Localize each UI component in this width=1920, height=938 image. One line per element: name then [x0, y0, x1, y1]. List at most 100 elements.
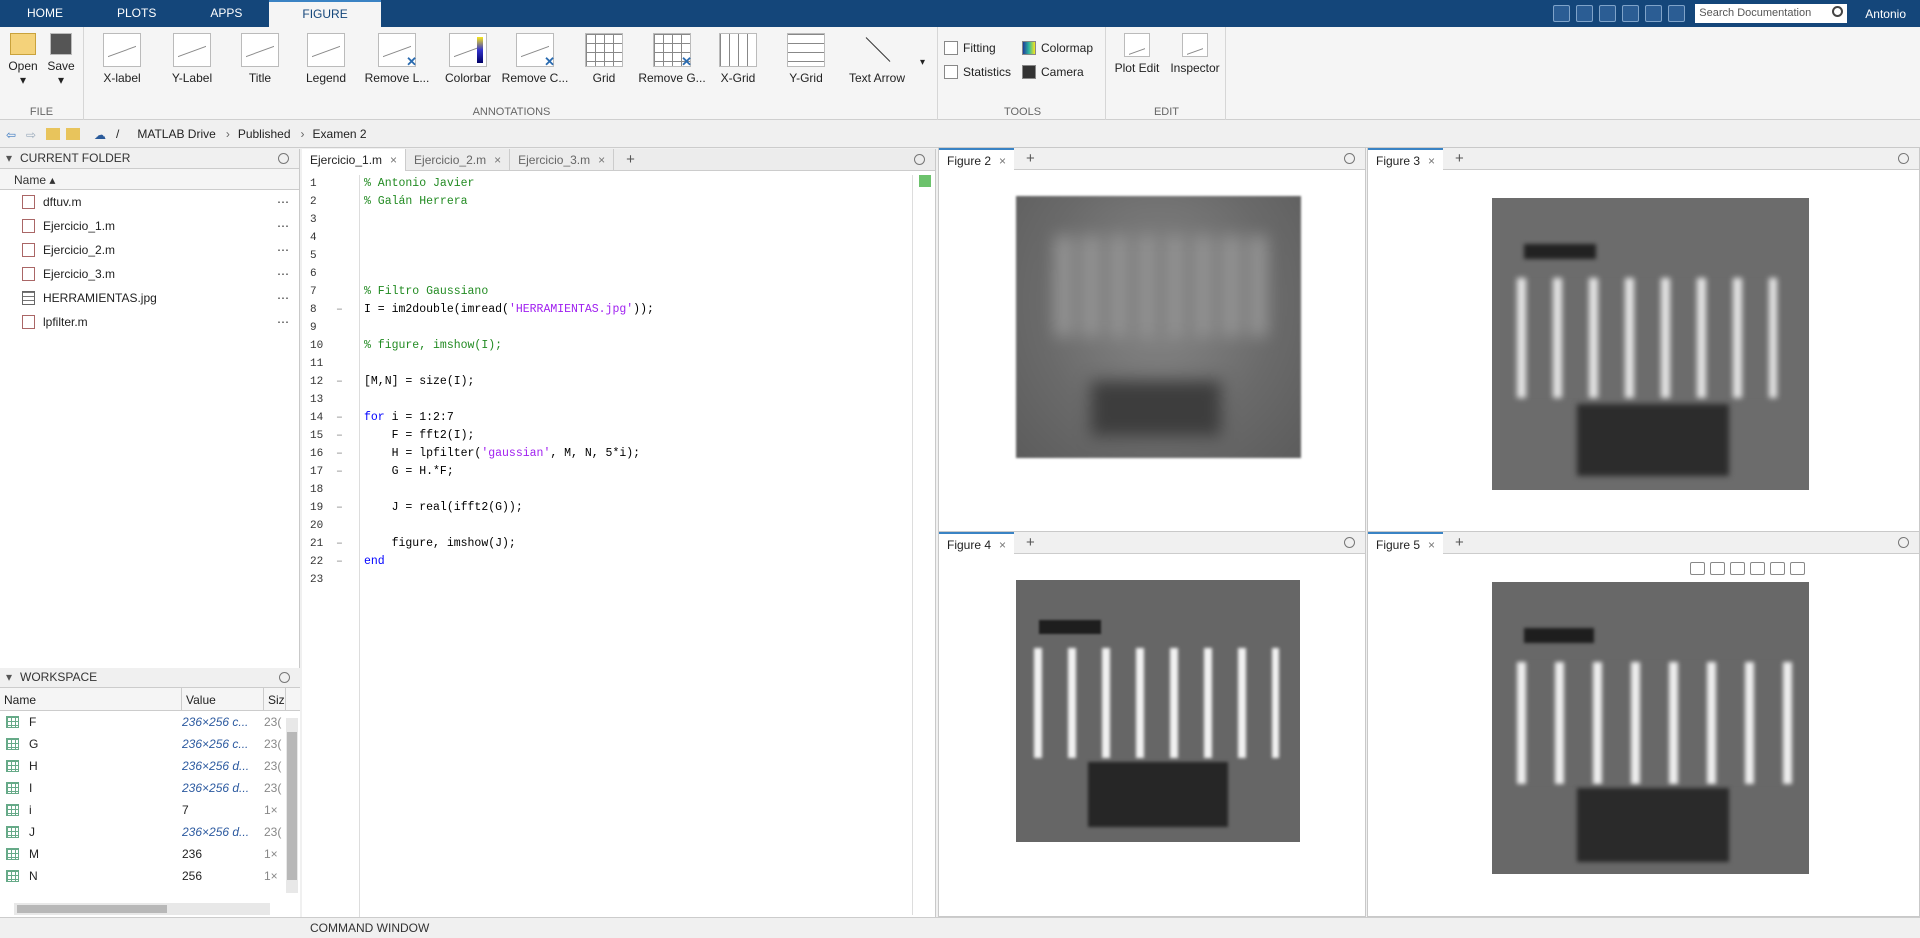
scroll-thumb[interactable] — [287, 732, 297, 880]
panel-menu-icon[interactable] — [279, 672, 290, 683]
x-grid-button[interactable]: X-Grid — [714, 33, 762, 85]
close-icon[interactable]: × — [999, 534, 1006, 554]
camera-button[interactable]: Camera — [1022, 65, 1084, 79]
more-icon[interactable]: ⋯ — [277, 190, 289, 214]
breakpoint-dash[interactable]: – — [336, 427, 343, 445]
ylabel-button[interactable]: Y-Label — [166, 33, 218, 85]
code-line[interactable]: 3 — [302, 211, 902, 229]
code-line[interactable]: 16– H = lpfilter('gaussian', M, N, 5*i); — [302, 445, 902, 463]
colormap-button[interactable]: Colormap — [1022, 41, 1093, 55]
breakpoint-dash[interactable]: – — [336, 535, 343, 553]
figure-menu-icon[interactable] — [1344, 537, 1355, 548]
more-icon[interactable]: ⋯ — [277, 214, 289, 238]
code-line[interactable]: 8 – I = im2double(imread('HERRAMIENTAS.jpg… — [302, 301, 902, 319]
filtered-tools-image[interactable] — [1492, 582, 1809, 874]
breakpoint-dash[interactable]: – — [336, 409, 343, 427]
command-window-bar[interactable]: COMMAND WINDOW — [0, 917, 1920, 938]
zoom-in-icon[interactable] — [1750, 562, 1765, 575]
file-item[interactable]: Ejercicio_1.m ⋯ — [0, 214, 299, 238]
figure-tab[interactable]: Figure 5 × — [1368, 532, 1444, 554]
close-icon[interactable]: × — [1428, 534, 1435, 554]
fitting-button[interactable]: Fitting — [944, 41, 996, 55]
workspace-variable-row[interactable]: G 236×256 c... 23( — [0, 733, 300, 755]
new-figure-plus-icon[interactable]: + — [1443, 532, 1476, 553]
xlabel-button[interactable]: X-label — [98, 33, 146, 85]
file-item[interactable]: dftuv.m ⋯ — [0, 190, 299, 214]
tab-figure[interactable]: FIGURE — [269, 0, 381, 27]
code-line[interactable]: 15– F = fft2(I); — [302, 427, 902, 445]
redo-icon[interactable] — [1599, 5, 1617, 22]
workspace-vscroll[interactable] — [286, 718, 298, 893]
breakpoint-dash[interactable]: – — [336, 373, 343, 391]
window-layout-icon[interactable] — [1622, 5, 1640, 22]
colorbar-button[interactable]: Colorbar — [442, 33, 494, 85]
up-folder-icon[interactable] — [46, 128, 60, 140]
figure-menu-icon[interactable] — [1344, 153, 1355, 164]
statistics-button[interactable]: Statistics — [944, 65, 1011, 79]
breadcrumb-published[interactable]: Published — [238, 127, 291, 141]
inspector-button[interactable]: Inspector — [1168, 33, 1222, 75]
pan-hand-icon[interactable] — [1730, 562, 1745, 575]
close-icon[interactable]: × — [999, 150, 1006, 170]
figure-menu-icon[interactable] — [1898, 537, 1909, 548]
workspace-variable-row[interactable]: N 256 1× — [0, 865, 300, 887]
code-line[interactable]: 20 — [302, 517, 902, 535]
close-icon[interactable]: × — [390, 149, 397, 171]
close-icon[interactable]: × — [598, 149, 605, 171]
blurred-tools-image[interactable] — [1016, 196, 1301, 458]
code-line[interactable]: 2 % Galán Herrera — [302, 193, 902, 211]
breadcrumb-root[interactable]: / — [116, 127, 119, 141]
back-arrow-icon[interactable]: ⇦ — [6, 128, 20, 142]
code-line[interactable]: 13 — [302, 391, 902, 409]
editor-tab[interactable]: Ejercicio_1.m × — [302, 149, 407, 171]
remove-grid-button[interactable]: Remove G... — [638, 33, 706, 85]
editor-tab[interactable]: Ejercicio_2.m × — [406, 149, 511, 171]
open-button[interactable]: Open ▾ — [6, 33, 40, 87]
code-line[interactable]: 19– J = real(ifft2(G)); — [302, 499, 902, 517]
new-tab-plus-icon[interactable]: + — [614, 149, 647, 170]
code-line[interactable]: 17– G = H.*F; — [302, 463, 902, 481]
code-line[interactable]: 22– end — [302, 553, 902, 571]
zoom-out-icon[interactable] — [1770, 562, 1785, 575]
workspace-variable-row[interactable]: M 236 1× — [0, 843, 300, 865]
title-button[interactable]: Title — [236, 33, 284, 85]
code-line[interactable]: 6 — [302, 265, 902, 283]
code-line[interactable]: 7 % Filtro Gaussiano — [302, 283, 902, 301]
ws-col-name[interactable]: Name — [0, 688, 182, 710]
breakpoint-dash[interactable]: – — [336, 463, 343, 481]
breakpoint-dash[interactable]: – — [336, 553, 343, 571]
code-line[interactable]: 14– for i = 1:2:7 — [302, 409, 902, 427]
workspace-hscroll[interactable] — [14, 903, 270, 915]
code-line[interactable]: 5 — [302, 247, 902, 265]
more-icon[interactable]: ⋯ — [277, 238, 289, 262]
file-item[interactable]: Ejercicio_2.m ⋯ — [0, 238, 299, 262]
workspace-variable-row[interactable]: F 236×256 c... 23( — [0, 711, 300, 733]
filtered-tools-image[interactable] — [1492, 198, 1809, 490]
data-tips-icon[interactable] — [1710, 562, 1725, 575]
code-line[interactable]: 10 % figure, imshow(I); — [302, 337, 902, 355]
tab-apps[interactable]: APPS — [183, 0, 269, 27]
scroll-thumb[interactable] — [17, 905, 167, 913]
file-item[interactable]: Ejercicio_3.m ⋯ — [0, 262, 299, 286]
tab-plots[interactable]: PLOTS — [90, 0, 183, 27]
search-icon[interactable] — [1832, 6, 1844, 17]
plot-edit-button[interactable]: Plot Edit — [1112, 33, 1162, 75]
panel-menu-icon[interactable] — [278, 153, 289, 164]
code-line[interactable]: 21– figure, imshow(J); — [302, 535, 902, 553]
settings-icon[interactable] — [1668, 5, 1686, 22]
figure-menu-icon[interactable] — [1898, 153, 1909, 164]
column-header-name[interactable]: Name ▴ — [0, 168, 299, 190]
new-figure-plus-icon[interactable]: + — [1014, 148, 1047, 169]
figure-tab[interactable]: Figure 2 × — [939, 148, 1015, 170]
code-line[interactable]: 11 — [302, 355, 902, 373]
new-figure-plus-icon[interactable]: + — [1014, 532, 1047, 553]
ws-col-value[interactable]: Value — [182, 688, 264, 710]
code-line[interactable]: 4 — [302, 229, 902, 247]
command-window-label[interactable]: COMMAND WINDOW — [310, 921, 429, 935]
brush-icon[interactable] — [1690, 562, 1705, 575]
more-icon[interactable]: ⋯ — [277, 262, 289, 286]
workspace-variable-row[interactable]: I 236×256 d... 23( — [0, 777, 300, 799]
user-menu[interactable]: Antonio — [1865, 7, 1906, 21]
file-item[interactable]: HERRAMIENTAS.jpg ⋯ — [0, 286, 299, 310]
figure-tab[interactable]: Figure 3 × — [1368, 148, 1444, 170]
